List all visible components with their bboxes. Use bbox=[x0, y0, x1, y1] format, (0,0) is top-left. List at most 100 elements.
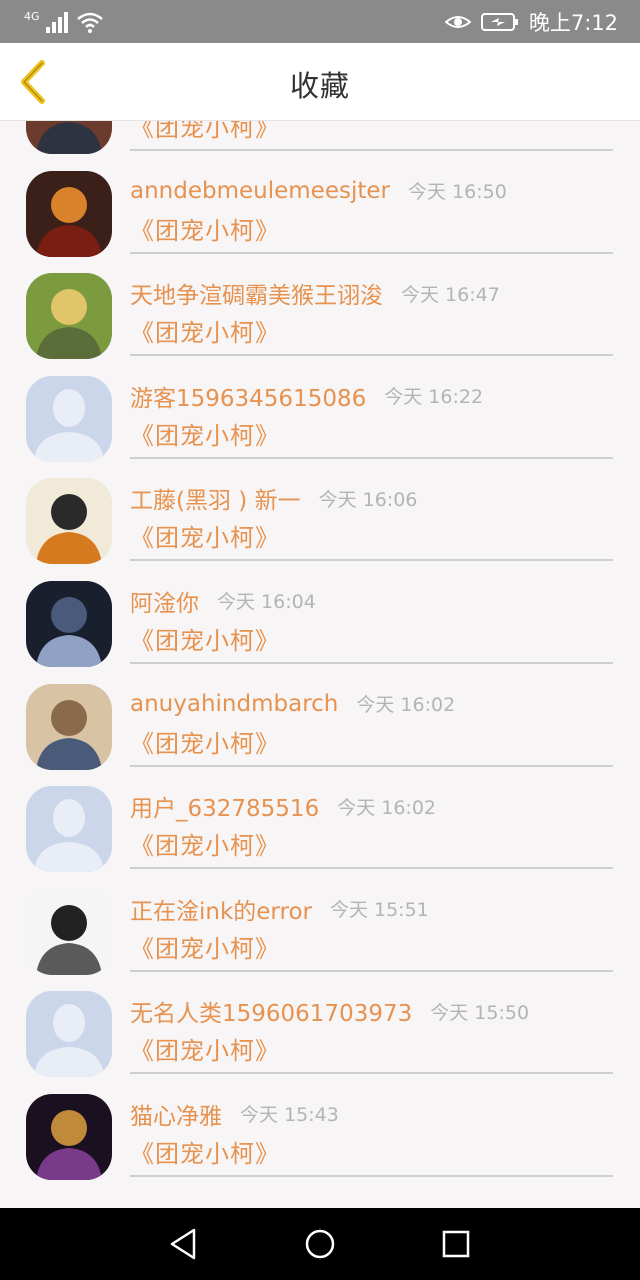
circle-home-icon bbox=[305, 1229, 335, 1259]
book-title[interactable]: 《团宠小柯》 bbox=[130, 120, 280, 143]
favorite-item[interactable]: 工藤(黑羽 ) 新一 今天 16:06 《团宠小柯》 bbox=[0, 468, 640, 571]
favorite-time: 今天 16:47 bbox=[401, 283, 500, 306]
user-name[interactable]: 天地争渲碉霸美猴王诩浚 bbox=[130, 276, 383, 310]
nav-home-button[interactable] bbox=[298, 1222, 342, 1266]
favorite-time: 今天 15:51 bbox=[329, 899, 429, 922]
favorite-time: 今天 15:50 bbox=[430, 1001, 530, 1024]
triangle-back-icon bbox=[170, 1228, 196, 1260]
user-name[interactable]: 工藤(黑羽 ) 新一 bbox=[130, 481, 301, 515]
name-line: anuyahindmbarch 今天 16:02 bbox=[130, 684, 455, 724]
book-title[interactable]: 《团宠小柯》 bbox=[130, 826, 280, 861]
book-title[interactable]: 《团宠小柯》 bbox=[130, 416, 280, 451]
row-divider bbox=[130, 661, 613, 664]
user-name[interactable]: 阿淦你 bbox=[130, 584, 199, 618]
avatar-image bbox=[26, 1093, 112, 1180]
user-name[interactable]: 正在淦ink的error bbox=[130, 892, 312, 926]
row-divider bbox=[130, 559, 613, 562]
user-avatar[interactable] bbox=[26, 580, 112, 667]
signal-icon bbox=[45, 12, 68, 33]
favorite-item[interactable]: 《团宠小柯》 bbox=[0, 120, 640, 161]
row-divider bbox=[130, 1174, 613, 1177]
name-line: 阿淦你 今天 16:04 bbox=[130, 581, 316, 621]
favorite-time: 今天 15:43 bbox=[240, 1104, 339, 1127]
app-header: 收藏 bbox=[0, 43, 640, 121]
favorite-item[interactable]: 无名人类1596061703973 今天 15:50 《团宠小柯》 bbox=[0, 981, 640, 1084]
favorite-item[interactable]: 游客1596345615086 今天 16:22 《团宠小柯》 bbox=[0, 366, 640, 469]
favorite-item[interactable]: 天地争渲碉霸美猴王诩浚 今天 16:47 《团宠小柯》 bbox=[0, 263, 640, 366]
row-divider bbox=[130, 1072, 613, 1075]
page-title: 收藏 bbox=[289, 69, 350, 103]
name-line: 无名人类1596061703973 今天 15:50 bbox=[130, 991, 529, 1031]
avatar-image bbox=[26, 580, 112, 667]
default-avatar-icon bbox=[26, 991, 112, 1078]
avatar-image bbox=[26, 888, 112, 975]
eye-comfort-icon bbox=[444, 16, 471, 28]
row-divider bbox=[130, 456, 613, 459]
user-name[interactable]: anuyahindmbarch bbox=[130, 691, 338, 717]
favorite-time: 今天 16:22 bbox=[384, 386, 484, 409]
user-avatar[interactable] bbox=[26, 683, 112, 770]
favorite-item[interactable]: 用户_632785516 今天 16:02 《团宠小柯》 bbox=[0, 776, 640, 879]
favorite-time: 今天 16:04 bbox=[217, 591, 316, 614]
status-right: 晚上7:12 bbox=[444, 8, 618, 36]
default-avatar-icon bbox=[26, 786, 112, 873]
avatar-image bbox=[26, 273, 112, 360]
user-name[interactable]: anndebmeulemeesjter bbox=[130, 178, 390, 204]
user-avatar[interactable] bbox=[26, 888, 112, 975]
user-avatar[interactable] bbox=[26, 120, 112, 154]
system-nav-bar bbox=[0, 1208, 640, 1280]
square-recents-icon bbox=[442, 1230, 470, 1258]
book-title[interactable]: 《团宠小柯》 bbox=[130, 1134, 280, 1169]
name-line: 游客1596345615086 今天 16:22 bbox=[130, 376, 483, 416]
row-divider bbox=[130, 251, 613, 254]
clock: 晚上7:12 bbox=[528, 11, 618, 35]
row-divider bbox=[130, 149, 613, 151]
network-type: 4G bbox=[24, 9, 40, 23]
name-line: 正在淦ink的error 今天 15:51 bbox=[130, 889, 429, 929]
book-title[interactable]: 《团宠小柯》 bbox=[130, 211, 280, 246]
avatar-image bbox=[26, 170, 112, 257]
status-left: 4G bbox=[24, 9, 104, 35]
book-title[interactable]: 《团宠小柯》 bbox=[130, 518, 280, 553]
user-name[interactable]: 无名人类1596061703973 bbox=[130, 994, 412, 1028]
name-line: 猫心净雅 今天 15:43 bbox=[130, 1094, 339, 1134]
row-divider bbox=[130, 764, 613, 767]
nav-back-button[interactable] bbox=[162, 1222, 206, 1266]
favorite-item[interactable]: 猫心净雅 今天 15:43 《团宠小柯》 bbox=[0, 1084, 640, 1187]
row-divider bbox=[130, 354, 613, 357]
name-line: anndebmeulemeesjter 今天 16:50 bbox=[130, 171, 507, 211]
user-avatar[interactable] bbox=[26, 170, 112, 257]
user-avatar[interactable] bbox=[26, 478, 112, 565]
favorite-time: 今天 16:06 bbox=[318, 488, 418, 511]
favorites-list[interactable]: 《团宠小柯》 anndebmeulemeesjter 今天 16:50 《团宠小柯》天… bbox=[0, 120, 640, 1208]
user-avatar[interactable] bbox=[26, 1093, 112, 1180]
book-title[interactable]: 《团宠小柯》 bbox=[130, 313, 280, 348]
battery-icon bbox=[480, 13, 518, 31]
row-divider bbox=[130, 969, 613, 972]
row-divider bbox=[130, 867, 613, 870]
book-title[interactable]: 《团宠小柯》 bbox=[130, 621, 280, 656]
book-title[interactable]: 《团宠小柯》 bbox=[130, 1031, 280, 1066]
nav-recents-button[interactable] bbox=[434, 1222, 478, 1266]
favorite-item[interactable]: anndebmeulemeesjter 今天 16:50 《团宠小柯》 bbox=[0, 161, 640, 264]
favorite-time: 今天 16:02 bbox=[356, 694, 456, 717]
book-title[interactable]: 《团宠小柯》 bbox=[130, 724, 280, 759]
user-avatar[interactable] bbox=[26, 375, 112, 462]
name-line: 用户_632785516 今天 16:02 bbox=[130, 786, 436, 826]
name-line: 工藤(黑羽 ) 新一 今天 16:06 bbox=[130, 478, 417, 518]
favorite-item[interactable]: anuyahindmbarch 今天 16:02 《团宠小柯》 bbox=[0, 674, 640, 777]
favorite-item[interactable]: 正在淦ink的error 今天 15:51 《团宠小柯》 bbox=[0, 879, 640, 982]
user-avatar[interactable] bbox=[26, 991, 112, 1078]
user-name[interactable]: 用户_632785516 bbox=[130, 789, 319, 823]
user-avatar[interactable] bbox=[26, 273, 112, 360]
avatar-image bbox=[26, 120, 112, 154]
wifi-icon bbox=[76, 12, 103, 33]
favorite-time: 今天 16:50 bbox=[407, 181, 507, 204]
avatar-image bbox=[26, 683, 112, 770]
book-title[interactable]: 《团宠小柯》 bbox=[130, 929, 280, 964]
user-name[interactable]: 游客1596345615086 bbox=[130, 379, 366, 413]
user-avatar[interactable] bbox=[26, 786, 112, 873]
favorite-item[interactable]: 阿淦你 今天 16:04 《团宠小柯》 bbox=[0, 571, 640, 674]
name-line: 天地争渲碉霸美猴王诩浚 今天 16:47 bbox=[130, 273, 500, 313]
user-name[interactable]: 猫心净雅 bbox=[130, 1097, 222, 1131]
